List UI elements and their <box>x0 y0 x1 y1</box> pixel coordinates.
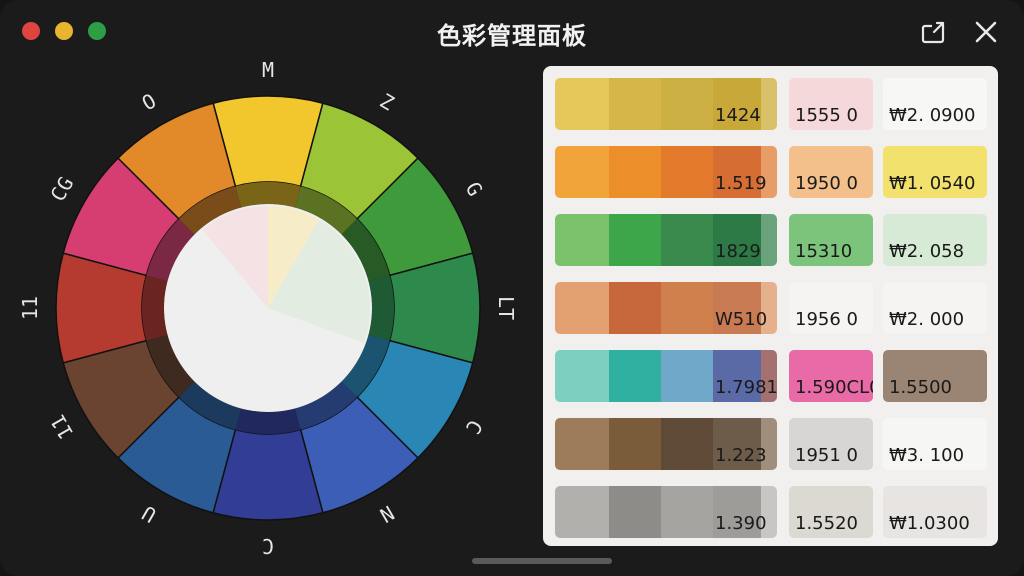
palette-swatch-secondary[interactable]: 1555 0 <box>789 78 873 130</box>
palette-swatch[interactable] <box>761 78 777 130</box>
palette-value-3: ₩3. 100 <box>889 445 965 466</box>
wheel-label: G <box>461 178 488 200</box>
palette-swatch[interactable] <box>661 214 715 266</box>
palette-swatch[interactable] <box>661 78 715 130</box>
palette-row[interactable]: W510 1956 0 ₩2. 000 <box>555 282 987 334</box>
wheel-label: M <box>262 60 274 82</box>
palette-swatch[interactable] <box>661 350 715 402</box>
palette-value-1: 1829 <box>715 241 761 262</box>
palette-strip[interactable]: 1.7981 <box>555 350 777 402</box>
close-button[interactable] <box>972 18 1000 46</box>
title-bar: 色彩管理面板 <box>0 0 1024 62</box>
palette-swatch[interactable] <box>609 350 663 402</box>
window-title: 色彩管理面板 <box>437 22 587 50</box>
app-window: 色彩管理面板 M Z G LT C N C U 11 11 CG O 1424 1555 0 ₩2. 09… <box>0 0 1024 576</box>
palette-swatch[interactable] <box>609 146 663 198</box>
wheel-inner-segment-10 <box>142 275 168 341</box>
palette-value-2: 1.5520 <box>795 513 858 534</box>
wheel-label: Z <box>376 88 398 115</box>
palette-swatch[interactable] <box>555 146 611 198</box>
palette-swatch[interactable] <box>609 78 663 130</box>
palette-swatch-secondary[interactable]: 1.590CL0 <box>789 350 873 402</box>
palette-swatch[interactable] <box>761 214 777 266</box>
palette-value-1: 1.390 <box>715 513 767 534</box>
palette-row[interactable]: 1.390 1.5520 ₩1.0300 <box>555 486 987 538</box>
palette-swatch-secondary[interactable]: 1956 0 <box>789 282 873 334</box>
palette-swatch-secondary[interactable]: 1951 0 <box>789 418 873 470</box>
wheel-label: 11 <box>45 411 78 444</box>
color-wheel[interactable]: M Z G LT C N C U 11 11 CG O <box>0 58 540 560</box>
palette-row[interactable]: 1.519 1950 0 ₩1. 0540 <box>555 146 987 198</box>
wheel-label: U <box>138 501 160 528</box>
palette-swatch-tertiary[interactable]: ₩2. 058 <box>883 214 987 266</box>
palette-value-1: 1.223 <box>715 445 767 466</box>
palette-row[interactable]: 1.223 1951 0 ₩3. 100 <box>555 418 987 470</box>
palette-strip[interactable]: 1.223 <box>555 418 777 470</box>
wheel-label: C <box>461 416 488 438</box>
palette-row[interactable]: 1829 15310 ₩2. 058 <box>555 214 987 266</box>
palette-swatch[interactable] <box>661 418 715 470</box>
palette-swatch[interactable] <box>661 486 715 538</box>
palette-value-3: ₩1.0300 <box>889 513 970 534</box>
palette-row[interactable]: 1424 1555 0 ₩2. 0900 <box>555 78 987 130</box>
export-icon <box>921 21 945 44</box>
palette-swatch-secondary[interactable]: 1.5520 <box>789 486 873 538</box>
palette-swatch[interactable] <box>555 418 611 470</box>
palette-value-2: 1.590CL0 <box>795 377 873 398</box>
palette-value-3: ₩2. 0900 <box>889 105 976 126</box>
palette-strip[interactable]: W510 <box>555 282 777 334</box>
palette-value-3: ₩2. 000 <box>889 309 965 330</box>
wheel-label: O <box>138 88 160 115</box>
color-wheel-area: M Z G LT C N C U 11 11 CG O <box>0 58 540 560</box>
palette-value-2: 15310 <box>795 241 853 262</box>
palette-value-3: 1.5500 <box>889 377 952 398</box>
palette-strip[interactable]: 1829 <box>555 214 777 266</box>
palette-value-1: 1424 <box>715 105 761 126</box>
palette-value-3: ₩2. 058 <box>889 241 965 262</box>
palette-swatch-tertiary[interactable]: ₩2. 000 <box>883 282 987 334</box>
palette-panel: 1424 1555 0 ₩2. 0900 1.519 1950 0 ₩1. 0540 182… <box>543 66 998 546</box>
palette-swatch[interactable] <box>609 486 663 538</box>
palette-swatch-tertiary[interactable]: 1.5500 <box>883 350 987 402</box>
palette-strip[interactable]: 1.519 <box>555 146 777 198</box>
palette-strip[interactable]: 1.390 <box>555 486 777 538</box>
wheel-label: LT <box>494 296 518 320</box>
wheel-label: N <box>376 501 398 528</box>
palette-swatch-tertiary[interactable]: ₩3. 100 <box>883 418 987 470</box>
palette-value-1: 1.519 <box>715 173 767 194</box>
palette-value-3: ₩1. 0540 <box>889 173 976 194</box>
palette-value-2: 1956 0 <box>795 309 858 330</box>
palette-swatch-tertiary[interactable]: ₩2. 0900 <box>883 78 987 130</box>
palette-strip[interactable]: 1424 <box>555 78 777 130</box>
palette-value-2: 1555 0 <box>795 105 858 126</box>
palette-value-2: 1950 0 <box>795 173 858 194</box>
palette-swatch[interactable] <box>555 214 611 266</box>
palette-swatch[interactable] <box>555 350 611 402</box>
wheel-inner-segment-7 <box>235 408 301 435</box>
palette-value-2: 1951 0 <box>795 445 858 466</box>
palette-swatch-tertiary[interactable]: ₩1. 0540 <box>883 146 987 198</box>
wheel-inner-segment-4 <box>368 275 395 341</box>
palette-swatch[interactable] <box>609 282 663 334</box>
palette-swatch[interactable] <box>555 282 611 334</box>
palette-swatch[interactable] <box>555 78 611 130</box>
palette-row[interactable]: 1.7981 1.590CL0 1.5500 <box>555 350 987 402</box>
palette-value-1: W510 <box>715 309 768 330</box>
palette-swatch-tertiary[interactable]: ₩1.0300 <box>883 486 987 538</box>
palette-swatch[interactable] <box>661 282 715 334</box>
palette-value-1: 1.7981 <box>715 377 777 398</box>
palette-swatch[interactable] <box>609 418 663 470</box>
home-indicator <box>472 558 612 564</box>
wheel-label: 11 <box>18 296 42 320</box>
wheel-label: CG <box>45 173 78 206</box>
palette-swatch[interactable] <box>609 214 663 266</box>
palette-swatch-secondary[interactable]: 15310 <box>789 214 873 266</box>
wheel-inner-segment-1 <box>235 182 301 208</box>
export-button[interactable] <box>920 18 948 46</box>
palette-swatch-secondary[interactable]: 1950 0 <box>789 146 873 198</box>
palette-swatch[interactable] <box>555 486 611 538</box>
close-icon <box>975 21 997 43</box>
wheel-label: C <box>262 534 274 558</box>
palette-swatch[interactable] <box>661 146 715 198</box>
